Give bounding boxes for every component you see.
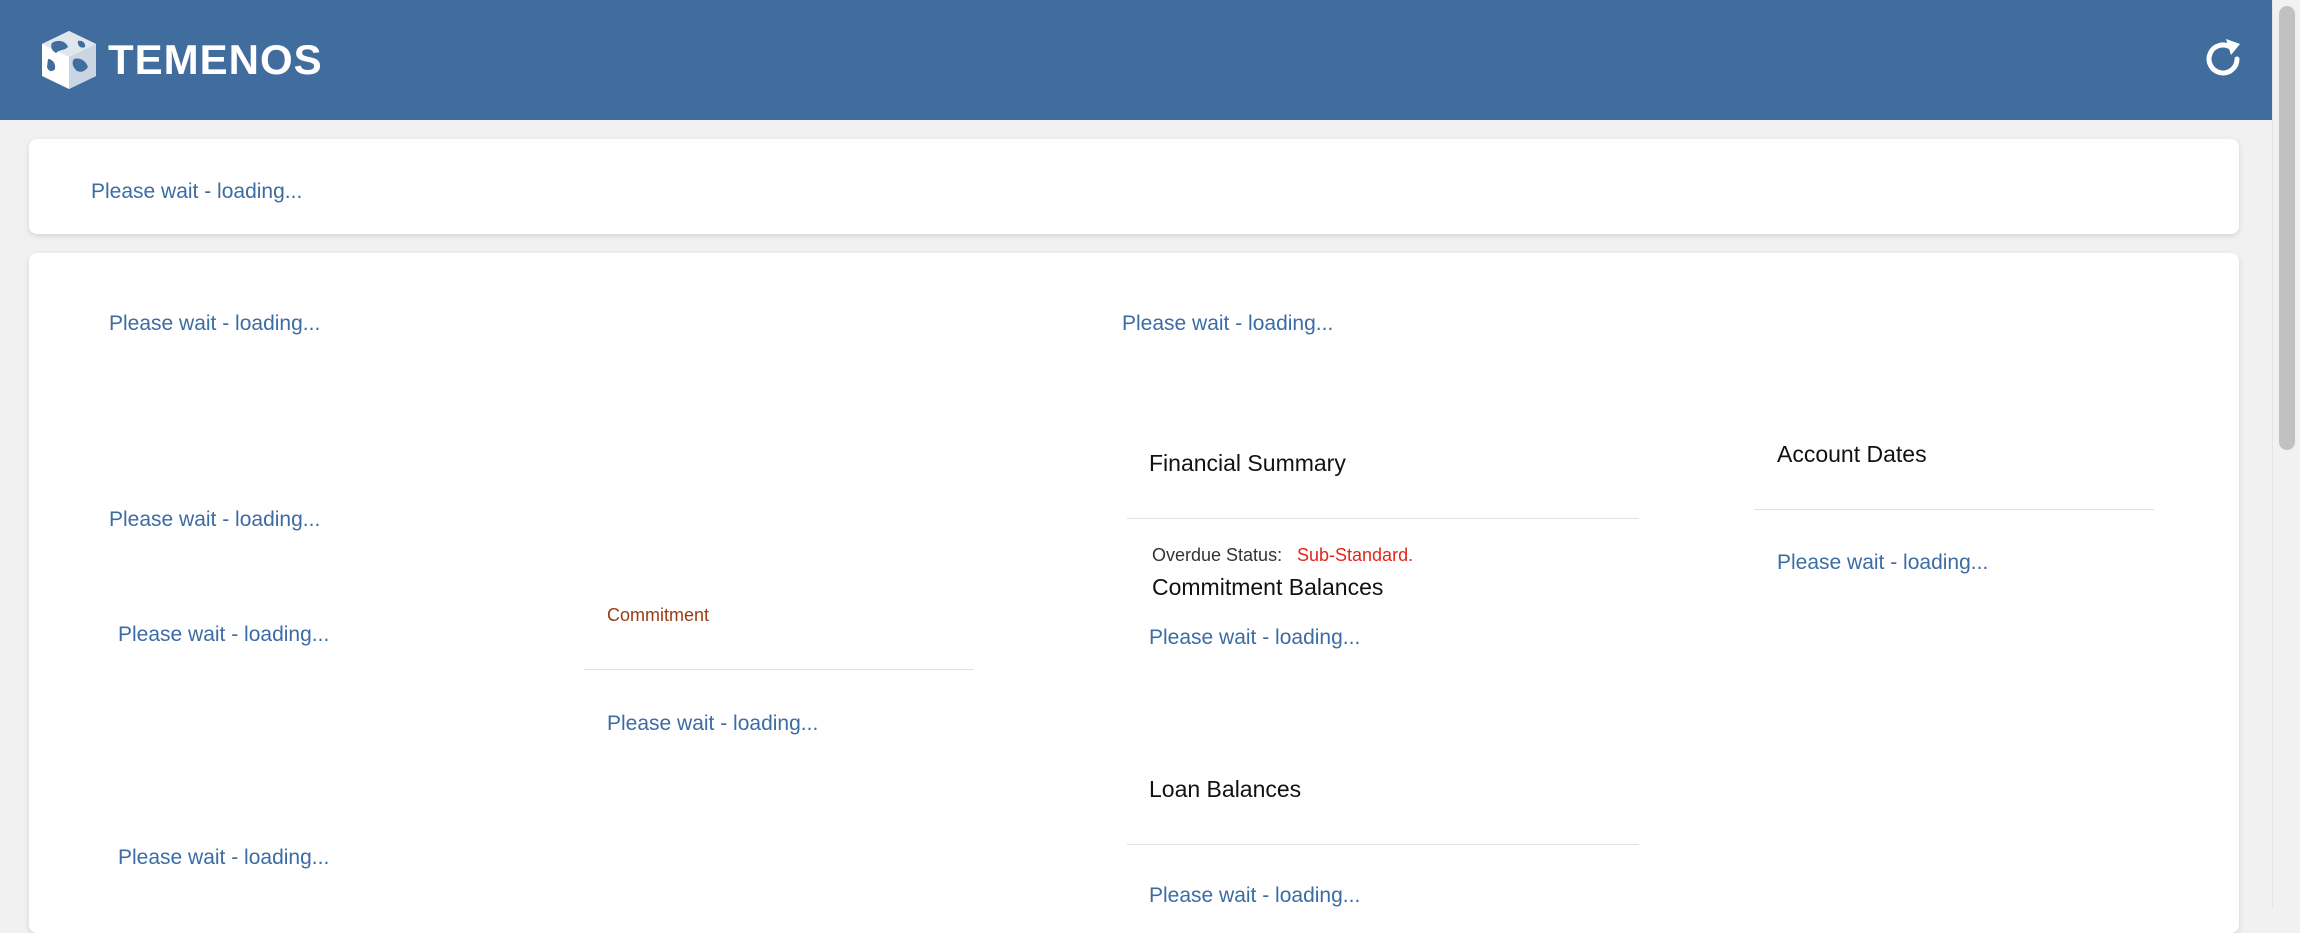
loading-message: Please wait - loading... (1149, 884, 1361, 907)
divider (1754, 509, 2154, 510)
overdue-status-value: Sub-Standard. (1297, 545, 1414, 565)
divider (1127, 844, 1639, 845)
loading-message: Please wait - loading... (1122, 312, 1334, 335)
commitment-balances-title: Commitment Balances (1152, 574, 1384, 600)
temenos-globe-icon (42, 31, 96, 89)
divider (1127, 518, 1639, 519)
loan-balances-title: Loan Balances (1149, 776, 1302, 802)
loading-message: Please wait - loading... (607, 712, 819, 735)
main-panel: Please wait - loading... Please wait - l… (29, 253, 2239, 933)
loading-message: Please wait - loading... (1149, 626, 1361, 649)
divider (584, 669, 974, 670)
scrollbar-thumb[interactable] (2279, 6, 2295, 450)
overdue-status-label: Overdue Status: (1152, 545, 1283, 565)
loading-message: Please wait - loading... (118, 623, 330, 646)
loading-message: Please wait - loading... (91, 180, 303, 203)
financial-summary-title: Financial Summary (1149, 450, 1346, 476)
temenos-logo[interactable]: TEMENOS (38, 28, 323, 92)
refresh-button[interactable] (2200, 36, 2246, 82)
refresh-icon (2206, 39, 2240, 76)
brand-name: TEMENOS (108, 36, 323, 83)
vertical-scrollbar[interactable] (2272, 0, 2300, 908)
loading-message: Please wait - loading... (1777, 551, 1989, 574)
loading-message: Please wait - loading... (109, 312, 321, 335)
account-dates-title: Account Dates (1777, 441, 1927, 467)
loading-message: Please wait - loading... (109, 508, 321, 531)
top-panel: Please wait - loading... (29, 139, 2239, 234)
app-header: TEMENOS (0, 0, 2272, 120)
loading-message: Please wait - loading... (118, 846, 330, 869)
commitment-label: Commitment (607, 605, 710, 625)
